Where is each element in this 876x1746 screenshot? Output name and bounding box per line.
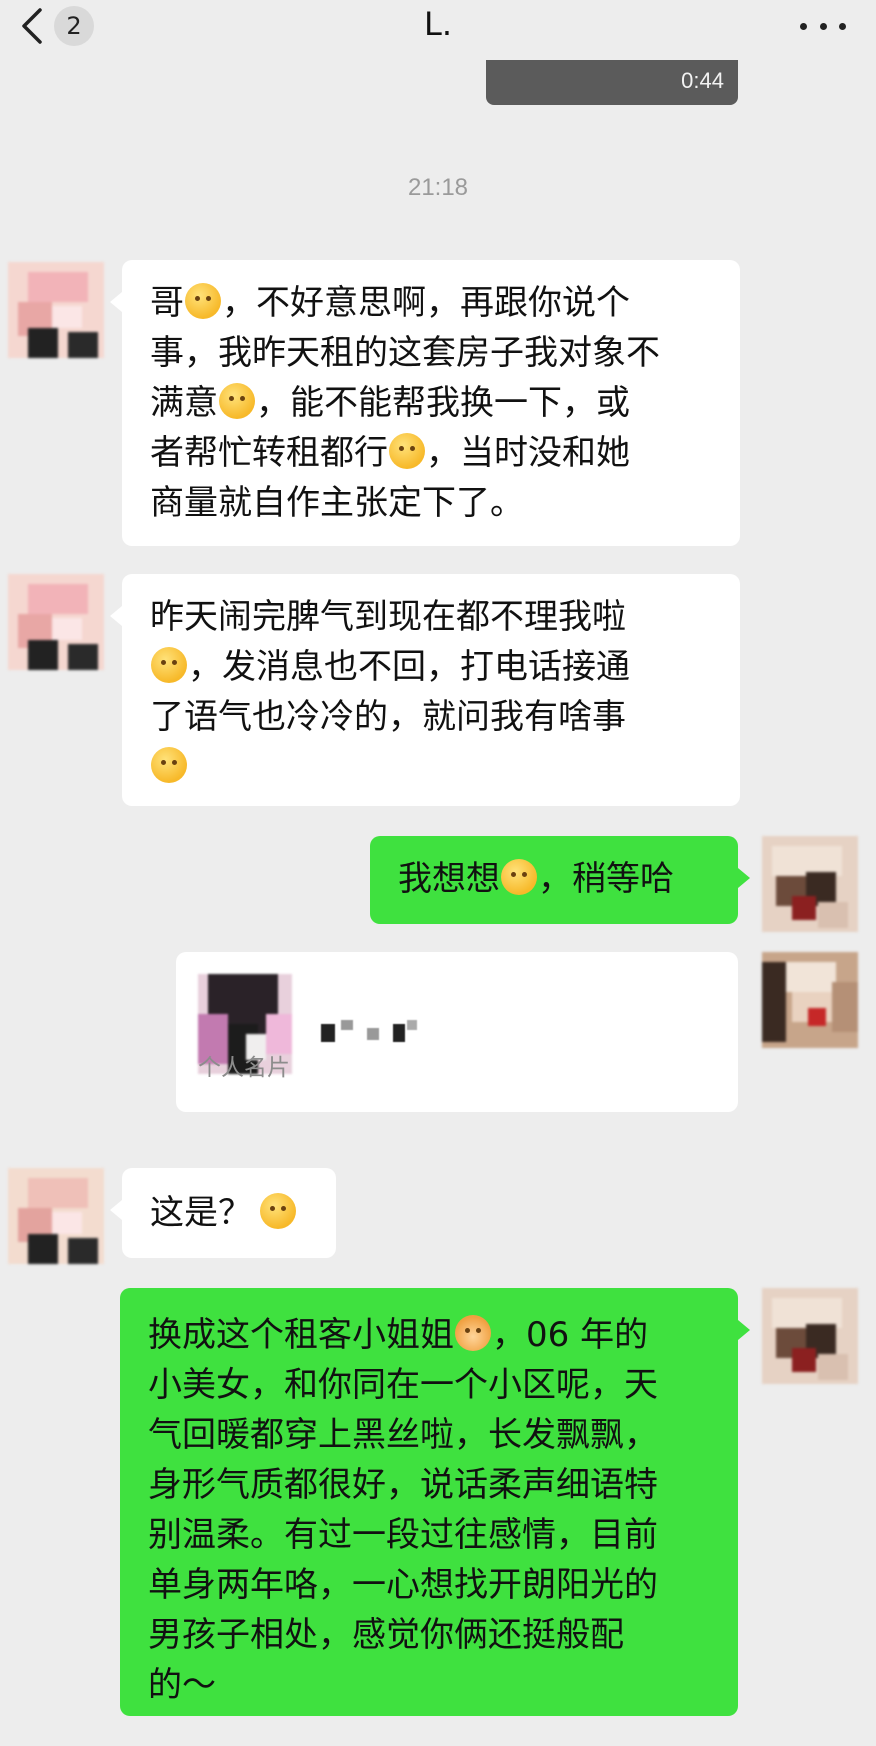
- text-run: 商量就自作主张定下了。: [150, 483, 524, 523]
- message-text: 昨天闹完脾气到现在都不理我啦 ，发消息也不回，打电话接通 了语气也冷冷的，就问我…: [150, 592, 712, 792]
- contact-card[interactable]: 个人名片: [176, 952, 738, 1112]
- more-dots-icon[interactable]: [800, 8, 846, 44]
- text-run: 者帮忙转租都行: [150, 433, 388, 473]
- text-run: 哥: [150, 283, 184, 323]
- text-run: 昨天闹完脾气到现在都不理我啦: [150, 597, 626, 637]
- message-text: 哥 ，不好意思啊，再跟你说个 事，我昨天租的这套房子我对象不 满意 ，能不能帮我换一…: [150, 278, 712, 528]
- chat-header: 2 L.: [0, 0, 876, 70]
- text-run: ，能不能帮我换一下，或: [256, 383, 630, 423]
- video-duration: 0:44: [681, 68, 724, 93]
- message-bubble-outgoing[interactable]: 我想想 ，稍等哈: [370, 836, 750, 924]
- slightly-frowning-emoji-icon: [151, 747, 187, 783]
- contact-avatar[interactable]: [8, 262, 104, 358]
- raised-eyebrow-emoji-icon: [260, 1193, 296, 1229]
- my-avatar[interactable]: [762, 1288, 858, 1384]
- text-run: ，当时没和她: [426, 433, 630, 473]
- message-bubble[interactable]: 昨天闹完脾气到现在都不理我啦 ，发消息也不回，打电话接通 了语气也冷冷的，就问我…: [110, 574, 740, 806]
- text-run: 别温柔。有过一段过往感情，目前: [148, 1515, 658, 1555]
- text-run: 事，我昨天租的这套房子我对象不: [150, 333, 660, 373]
- pensive-emoji-icon: [185, 283, 221, 319]
- person-emoji-icon: [455, 1315, 491, 1351]
- message-text: 这是？: [150, 1188, 308, 1238]
- text-run: 小美女，和你同在一个小区呢，天: [148, 1365, 658, 1405]
- sad-sweat-emoji-icon: [389, 433, 425, 469]
- text-run: ，发消息也不回，打电话接通: [188, 647, 630, 687]
- my-avatar[interactable]: [762, 952, 858, 1048]
- text-run: 身形气质都很好，说话柔声细语特: [148, 1465, 658, 1505]
- pleading-emoji-icon: [151, 647, 187, 683]
- video-message[interactable]: 0:44: [486, 60, 738, 105]
- contact-avatar[interactable]: [8, 574, 104, 670]
- message-text: 我想想 ，稍等哈: [398, 854, 710, 904]
- chat-title: L.: [424, 5, 452, 43]
- message-bubble[interactable]: 这是？: [110, 1168, 336, 1258]
- contact-card-name-obscured: [321, 1020, 431, 1044]
- text-run: 的～: [148, 1665, 216, 1705]
- contact-card-label: 个人名片: [198, 1055, 290, 1081]
- text-run: 了语气也冷冷的，就问我有啥事: [150, 697, 626, 737]
- message-bubble[interactable]: 哥 ，不好意思啊，再跟你说个 事，我昨天租的这套房子我对象不 满意 ，能不能帮我换一…: [110, 260, 740, 546]
- sigh-emoji-icon: [219, 383, 255, 419]
- thinking-emoji-icon: [501, 859, 537, 895]
- text-run: 单身两年咯，一心想找开朗阳光的: [148, 1565, 658, 1605]
- text-run: 我想想: [398, 859, 500, 899]
- text-run: ，稍等哈: [538, 859, 674, 899]
- message-text: 换成这个租客小姐姐 ，06 年的 小美女，和你同在一个小区呢，天 气回暖都穿上黑丝…: [148, 1310, 710, 1710]
- text-run: 换成这个租客小姐姐: [148, 1315, 454, 1355]
- text-run: 这是？: [150, 1193, 252, 1233]
- message-timestamp: 21:18: [407, 174, 469, 201]
- contact-avatar[interactable]: [8, 1168, 104, 1264]
- message-bubble-outgoing[interactable]: 换成这个租客小姐姐 ，06 年的 小美女，和你同在一个小区呢，天 气回暖都穿上黑丝…: [120, 1288, 750, 1716]
- my-avatar[interactable]: [762, 836, 858, 932]
- text-run: 满意: [150, 383, 218, 423]
- text-run: 气回暖都穿上黑丝啦，长发飘飘，: [148, 1415, 658, 1455]
- text-run: 男孩子相处，感觉你俩还挺般配: [148, 1615, 624, 1655]
- text-run: ，不好意思啊，再跟你说个: [222, 283, 630, 323]
- text-run: ，06 年的: [492, 1315, 649, 1355]
